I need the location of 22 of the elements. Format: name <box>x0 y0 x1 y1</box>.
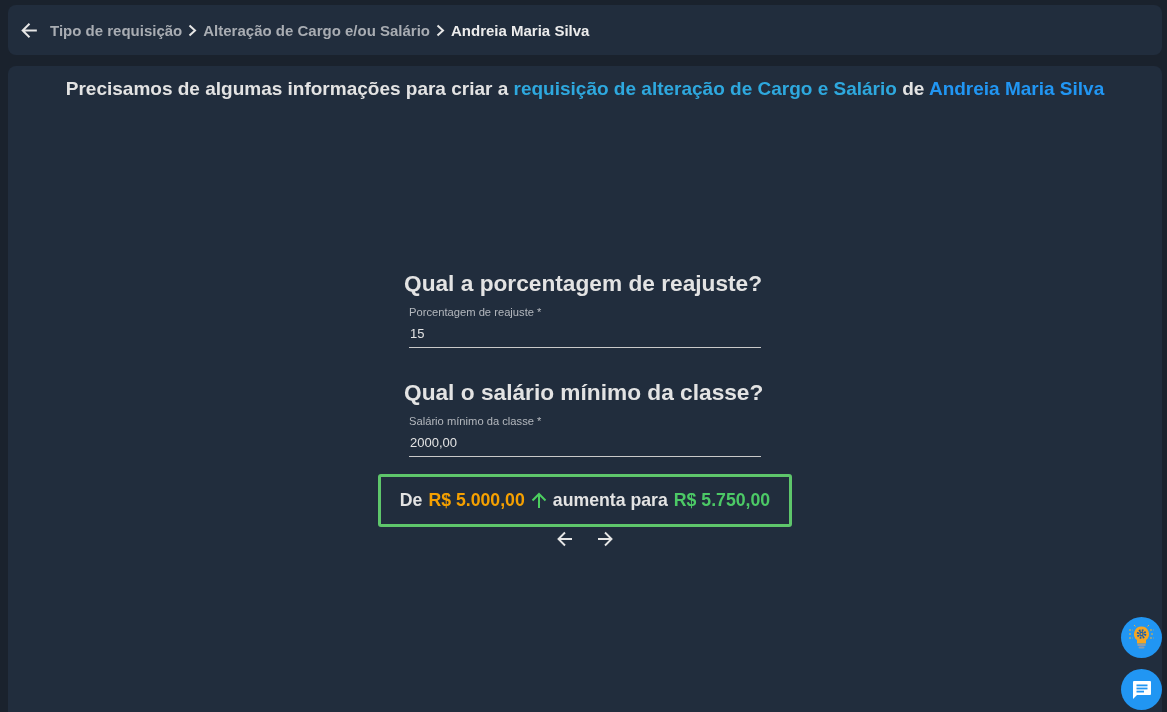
question-title: Qual o salário mínimo da classe? <box>404 378 765 407</box>
previous-button[interactable] <box>555 529 575 549</box>
intro-text: Precisamos de algumas informações para criar a requisição de alteração de Cargo e Salário de Andreia Maria Silva <box>65 78 1105 100</box>
lightbulb-gear-icon <box>1128 624 1155 651</box>
current-salary: R$ 5.000,00 <box>428 490 525 511</box>
text-input[interactable]: 15 <box>409 319 761 348</box>
breadcrumb-link[interactable]: Andreia Maria Silva <box>451 21 590 39</box>
arrow-right-icon <box>595 529 615 549</box>
breadcrumb-link[interactable]: Tipo de requisição <box>50 21 183 39</box>
chevron-right-icon <box>188 23 198 37</box>
question-title: Qual a porcentagem de reajuste? <box>404 269 764 298</box>
next-button[interactable] <box>595 529 615 549</box>
chevron-right-icon <box>436 23 445 37</box>
field-label: Salário mínimo da classe * <box>409 414 543 428</box>
summary-label: aumenta para <box>552 490 668 511</box>
summary-label: De <box>399 490 423 511</box>
chat-icon <box>1131 679 1152 700</box>
arrow-left-icon <box>555 529 575 549</box>
field-label: Porcentagem de reajuste * <box>409 305 543 319</box>
new-salary: R$ 5.750,00 <box>673 490 771 511</box>
breadcrumb-link[interactable]: Alteração de Cargo e/ou Salário <box>203 21 430 39</box>
text-input[interactable]: 2000,00 <box>409 428 761 457</box>
